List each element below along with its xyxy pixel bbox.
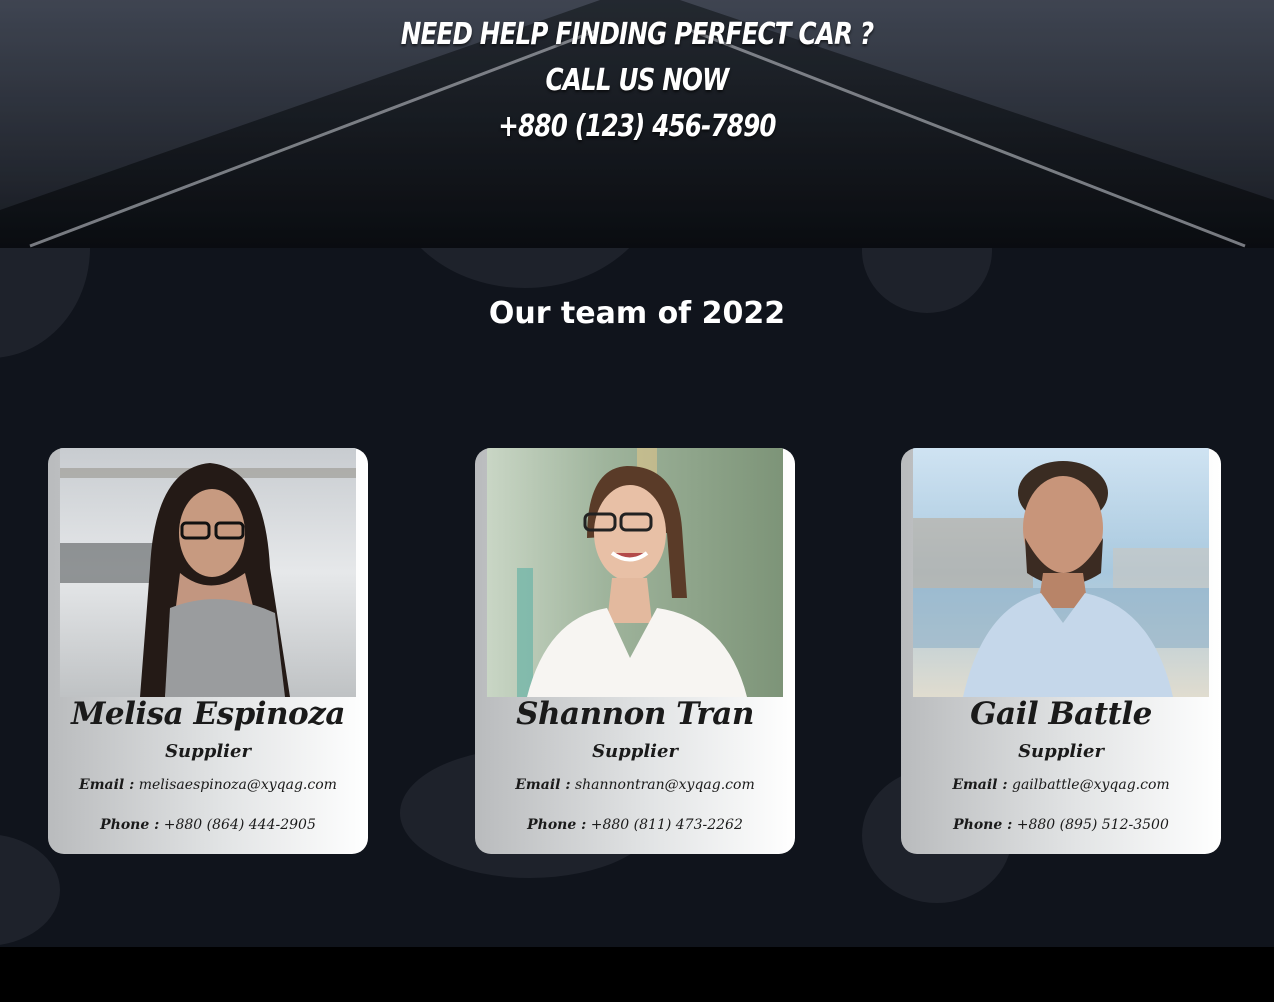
team-member-photo	[487, 448, 783, 697]
hero-headline: Need help finding perfect car ?	[400, 17, 874, 52]
decorative-bubble	[390, 248, 660, 288]
team-member-role: Supplier	[1018, 741, 1104, 762]
email-link[interactable]: shannontran@xyqag.com	[575, 777, 755, 793]
phone-link[interactable]: +880 (811) 473-2262	[591, 817, 743, 833]
team-member-email: Email : melisaespinoza@xyqag.com	[48, 777, 368, 793]
team-member-photo	[913, 448, 1209, 697]
team-member-name: Melisa Espinoza	[71, 696, 345, 732]
team-section: Our team of 2022 Melisa Espinoza Supplie…	[0, 248, 1274, 947]
phone-link[interactable]: +880 (895) 512-3500	[1017, 817, 1169, 833]
phone-label: Phone :	[527, 817, 587, 833]
team-member-email: Email : gailbattle@xyqag.com	[901, 777, 1221, 793]
email-link[interactable]: melisaespinoza@xyqag.com	[139, 777, 337, 793]
hero-call-us: Call us now	[545, 63, 730, 98]
team-member-name: Shannon Tran	[516, 696, 754, 732]
phone-link[interactable]: +880 (864) 444-2905	[164, 817, 316, 833]
team-member-photo	[60, 448, 356, 697]
team-card: Gail Battle Supplier Email : gailbattle@…	[901, 448, 1221, 854]
team-title: Our team of 2022	[488, 296, 786, 331]
call-us-banner: Need help finding perfect car ? Call us …	[0, 0, 1274, 248]
hero-phone-number[interactable]: +880 (123) 456-7890	[115, 104, 1160, 150]
hero-text: Need help finding perfect car ? Call us …	[115, 12, 1160, 150]
email-label: Email :	[952, 777, 1008, 793]
email-link[interactable]: gailbattle@xyqag.com	[1012, 777, 1170, 793]
team-member-role: Supplier	[165, 741, 251, 762]
phone-label: Phone :	[953, 817, 1013, 833]
team-member-phone: Phone : +880 (811) 473-2262	[475, 817, 795, 833]
decorative-bubble	[0, 834, 60, 946]
team-member-phone: Phone : +880 (864) 444-2905	[48, 817, 368, 833]
team-card: Shannon Tran Supplier Email : shannontra…	[475, 448, 795, 854]
phone-label: Phone :	[100, 817, 160, 833]
email-label: Email :	[79, 777, 135, 793]
team-member-name: Gail Battle	[970, 696, 1152, 732]
footer-strip	[0, 947, 1274, 1002]
email-label: Email :	[515, 777, 571, 793]
team-member-role: Supplier	[592, 741, 678, 762]
team-member-email: Email : shannontran@xyqag.com	[475, 777, 795, 793]
team-member-phone: Phone : +880 (895) 512-3500	[901, 817, 1221, 833]
team-card: Melisa Espinoza Supplier Email : melisae…	[48, 448, 368, 854]
